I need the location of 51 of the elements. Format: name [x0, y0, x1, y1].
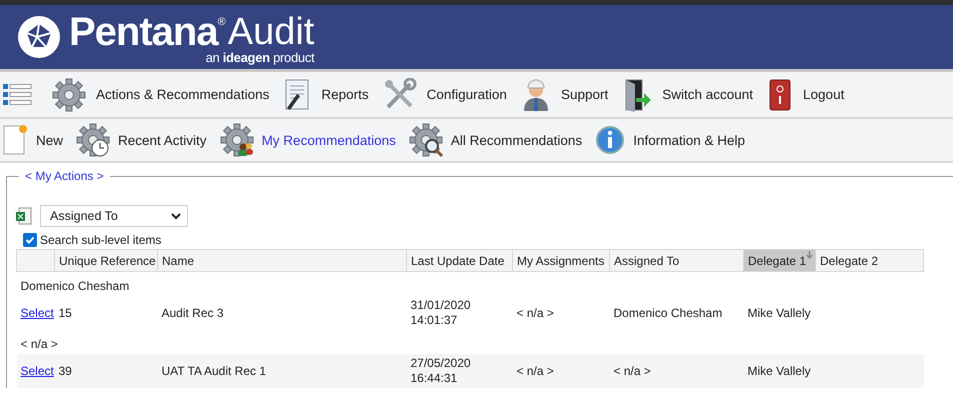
product-name: Audit: [228, 10, 314, 52]
column-header[interactable]: Assigned To: [610, 250, 744, 272]
gear-search-icon: [408, 123, 443, 157]
section-legend[interactable]: < My Actions >: [19, 169, 110, 183]
menu-item[interactable]: Actions & Recommendations: [52, 78, 270, 112]
gear-clock-icon: [76, 123, 110, 157]
table-cell: < n/a >: [516, 364, 554, 378]
logo-icon: [17, 15, 61, 59]
column-header[interactable]: Last Update Date: [406, 250, 512, 272]
column-header[interactable]: Name: [158, 250, 406, 272]
table-cell: 31/01/2020 14:01:37: [410, 298, 471, 327]
menu-icon[interactable]: [2, 82, 32, 108]
menu-item[interactable]: Switch account: [622, 78, 754, 112]
table-cell: 27/05/2020 16:44:31: [410, 356, 471, 385]
info-icon: [595, 125, 626, 155]
excel-export-icon[interactable]: [16, 207, 32, 225]
checkbox-label: Search sub-level items: [40, 233, 162, 247]
sort-arrow-icon: [806, 251, 813, 259]
column-header[interactable]: Delegate 1: [744, 250, 816, 272]
nav-item[interactable]: My Recommendations: [220, 123, 396, 157]
power-switch-icon: [767, 78, 794, 112]
table-cell: Domenico Chesham: [614, 306, 722, 320]
table-cell: Audit Rec 3: [162, 306, 224, 320]
select-link[interactable]: Select: [20, 306, 54, 320]
menu-item[interactable]: Logout: [767, 78, 844, 112]
chevron-down-icon: [171, 212, 181, 220]
table-cell: UAT TA Audit Rec 1: [162, 364, 266, 378]
nav-item[interactable]: Information & Help: [595, 125, 745, 155]
group-label: < n/a >: [20, 337, 58, 351]
table-cell: 39: [58, 364, 72, 378]
menu-item[interactable]: Configuration: [382, 78, 507, 112]
group-label: Domenico Chesham: [20, 279, 130, 293]
nav-item[interactable]: Recent Activity: [76, 123, 207, 157]
column-header[interactable]: Delegate 2: [816, 250, 924, 272]
document-icon: [283, 78, 312, 112]
column-header[interactable]: My Assignments: [512, 250, 610, 272]
table-cell: < n/a >: [614, 364, 651, 378]
checkbox[interactable]: [23, 233, 37, 247]
table-cell: 15: [58, 306, 72, 320]
nav-item[interactable]: All Recommendations: [408, 123, 582, 157]
table-cell: Mike Vallely: [748, 306, 811, 320]
menu-item[interactable]: Support: [520, 78, 608, 112]
group-by-dropdown[interactable]: Assigned To: [40, 205, 188, 227]
table-cell: < n/a >: [516, 306, 554, 320]
menu-item[interactable]: Reports: [283, 78, 369, 112]
gear-people-icon: [220, 123, 254, 157]
registered-mark: ®: [218, 16, 226, 28]
column-header[interactable]: Unique Reference: [54, 250, 158, 272]
nav-item[interactable]: New: [2, 124, 64, 156]
table-cell: Mike Vallely: [748, 364, 811, 378]
gear-icon: [52, 78, 86, 112]
